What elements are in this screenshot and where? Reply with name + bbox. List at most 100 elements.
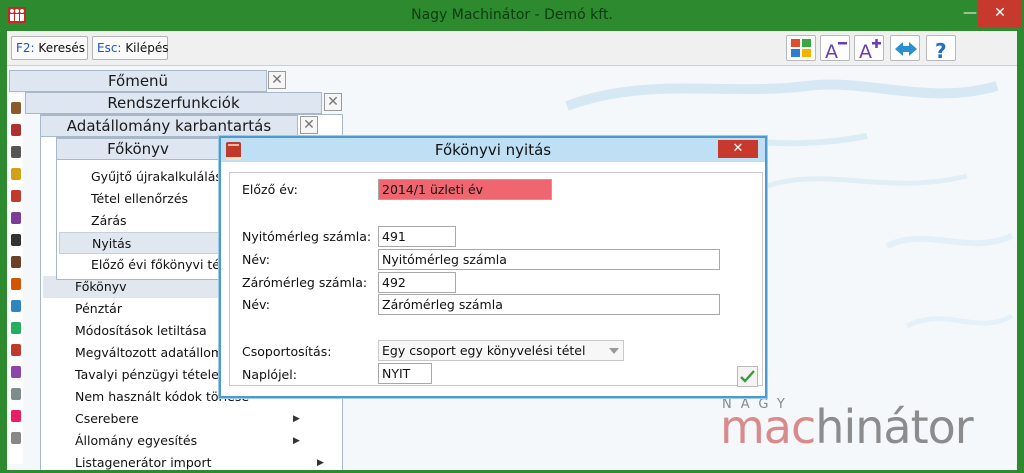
maintenance-menu-close-icon[interactable]: ✕	[300, 116, 318, 134]
menu-icon	[11, 168, 21, 180]
main-menu-header: Főmenü	[9, 70, 267, 92]
menu-item-label: Állomány egyesítés	[75, 433, 198, 448]
menu-item-listgen-import[interactable]: Listagenerátor import ▶	[43, 452, 327, 470]
exit-button[interactable]: Esc: Kilépés	[92, 36, 168, 60]
font-increase-button[interactable]: A	[854, 35, 884, 61]
menu-item-recalc[interactable]: Gyűjtő újrakalkulálás	[59, 166, 219, 188]
closing-account-field[interactable]: 492	[378, 272, 456, 293]
menu-item-label: Megváltozott adatállom	[75, 345, 223, 360]
menu-item-modification-lock[interactable]: Módosítások letiltása	[43, 320, 223, 342]
journal-field[interactable]: NYIT	[378, 363, 432, 384]
menu-icon	[11, 410, 21, 422]
submenu-arrow-icon: ▶	[293, 436, 300, 446]
svg-text:?: ?	[935, 39, 947, 60]
closing-name-label: Név:	[242, 297, 270, 312]
window-close-button[interactable]: ✕	[978, 0, 1022, 27]
menu-icon	[11, 212, 21, 224]
menu-icon	[11, 278, 21, 290]
menu-item-label: Cserebere	[75, 411, 139, 426]
menu-item-closing[interactable]: Zárás	[59, 210, 219, 232]
dialog-close-button[interactable]: ✕	[718, 140, 758, 158]
ok-button[interactable]	[737, 366, 758, 387]
dialog-title: Főkönyvi nyitás	[434, 141, 552, 159]
menu-item-label: Listagenerátor import	[75, 455, 212, 470]
font-decrease-icon: A	[825, 41, 847, 60]
menu-item-changed-data[interactable]: Megváltozott adatállom	[43, 342, 223, 364]
exit-label: Kilépés	[125, 41, 169, 55]
menu-item-exchange[interactable]: Cserebere ▶	[43, 408, 303, 430]
maintenance-menu-title: Adatállomány karbantartás	[66, 117, 272, 135]
swap-arrows-icon	[895, 42, 917, 56]
svg-text:A: A	[825, 41, 838, 60]
menu-icon	[11, 190, 21, 202]
menu-item-merge[interactable]: Állomány egyesítés ▶	[43, 430, 303, 452]
main-menu-close-icon[interactable]: ✕	[268, 71, 286, 89]
svg-text:A: A	[859, 41, 872, 60]
grid-colors-button[interactable]	[786, 35, 816, 61]
journal-label: Naplójel:	[242, 367, 297, 382]
prev-year-field[interactable]: 2014/1 üzleti év	[378, 179, 552, 200]
menu-icon	[11, 388, 21, 400]
menu-item-label: Módosítások letiltása	[75, 323, 207, 338]
menu-item-label: Nyitás	[92, 236, 132, 251]
opening-account-field[interactable]: 491	[378, 226, 456, 247]
brand-main-pink: mac	[720, 400, 816, 454]
menu-icon	[11, 344, 21, 356]
grouping-value: Egy csoport egy könyvelési tétel	[382, 343, 586, 358]
menu-icon	[11, 256, 21, 268]
menu-icon	[11, 124, 21, 136]
menu-item-label: Előző évi főkönyvi té	[91, 257, 219, 272]
system-menu-title: Rendszerfunkciók	[107, 94, 240, 112]
menu-item-item-check[interactable]: Tétel ellenőrzés	[59, 188, 219, 210]
menu-icon	[11, 300, 21, 312]
menu-icon	[11, 146, 21, 158]
exit-key: Esc:	[97, 41, 122, 55]
menu-item-opening[interactable]: Nyitás	[59, 232, 219, 254]
font-decrease-button[interactable]: A	[820, 35, 850, 61]
dialog-title-bar: Főkönyvi nyitás	[221, 138, 765, 162]
menu-item-last-year-items[interactable]: Tavalyi pénzügyi tételel	[43, 364, 223, 386]
menu-icon	[11, 102, 21, 114]
menu-item-prev-year-ledger[interactable]: Előző évi főkönyvi té	[59, 254, 219, 276]
submenu-arrow-icon: ▶	[293, 414, 300, 424]
menu-item-penztar[interactable]: Pénztár	[43, 298, 223, 320]
menu-icon	[11, 234, 21, 246]
grouping-select[interactable]: Egy csoport egy könyvelési tétel	[378, 340, 624, 361]
search-key: F2:	[16, 41, 35, 55]
submenu-arrow-icon: ▶	[317, 458, 324, 468]
help-button[interactable]: ?	[926, 35, 956, 61]
ledger-menu-header: Főkönyv	[56, 138, 220, 160]
main-menu-title: Főmenü	[107, 72, 169, 90]
opening-dialog: Főkönyvi nyitás ✕ Előző év: 2014/1 üzlet…	[219, 136, 767, 398]
search-button[interactable]: F2: Keresés	[11, 36, 88, 60]
system-menu-header: Rendszerfunkciók	[25, 92, 322, 114]
toolbar: F2: Keresés Esc: Kilépés A A ?	[7, 31, 1017, 66]
help-icon: ?	[935, 39, 947, 60]
ledger-menu-title: Főkönyv	[107, 140, 169, 158]
grouping-label: Csoportosítás:	[242, 344, 332, 359]
maintenance-menu-header: Adatállomány karbantartás	[40, 115, 298, 137]
chevron-down-icon	[609, 348, 619, 354]
menu-item-label: Gyűjtő újrakalkulálás	[91, 169, 219, 184]
swap-arrows-button[interactable]	[890, 35, 920, 61]
dialog-body: Előző év: 2014/1 üzleti év Nyitómérleg s…	[229, 172, 763, 386]
opening-account-label: Nyitómérleg számla:	[242, 229, 372, 244]
brand-main-gray: hinátor	[815, 400, 973, 454]
font-increase-icon: A	[859, 39, 881, 60]
checkmark-icon	[740, 370, 755, 383]
opening-name-field[interactable]: Nyitómérleg számla	[378, 249, 720, 270]
menu-item-label: Tétel ellenőrzés	[91, 191, 189, 206]
book-icon	[226, 142, 241, 160]
menu-icon	[11, 432, 21, 444]
prev-year-label: Előző év:	[242, 182, 298, 197]
grid-colors-icon	[791, 39, 811, 57]
title-bar: Nagy Machinátor - Demó kft. — ✕	[0, 0, 1024, 31]
menu-item-label: Főkönyv	[75, 279, 127, 294]
search-label: Keresés	[38, 41, 86, 55]
closing-name-field[interactable]: Zárómérleg számla	[378, 294, 720, 315]
opening-name-label: Név:	[242, 252, 270, 267]
system-menu-close-icon[interactable]: ✕	[324, 93, 342, 111]
side-icon-strip	[9, 94, 23, 464]
menu-item-label: Pénztár	[75, 301, 122, 316]
window-title: Nagy Machinátor - Demó kft.	[411, 7, 613, 23]
